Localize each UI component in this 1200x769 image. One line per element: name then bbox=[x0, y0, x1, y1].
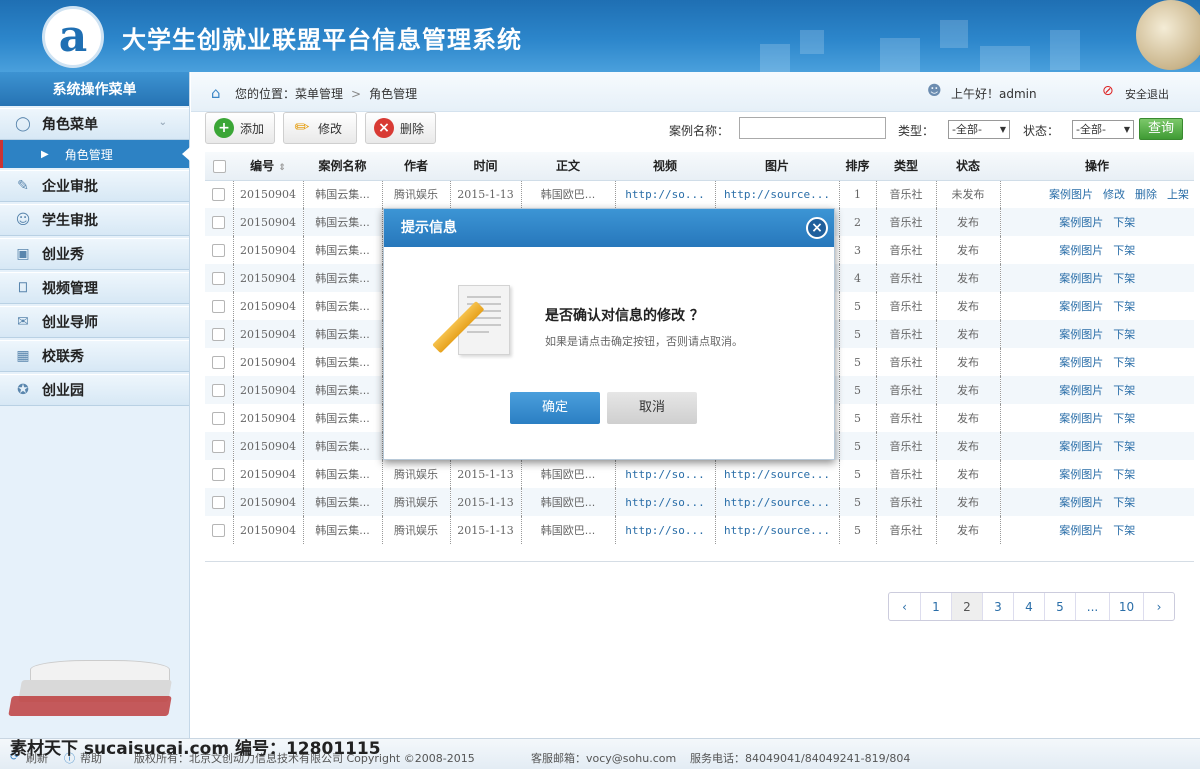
dialog-question: 是否确认对信息的修改 ？ bbox=[545, 308, 704, 324]
close-icon[interactable]: × bbox=[806, 217, 828, 239]
dialog-title: 提示信息 bbox=[401, 220, 457, 236]
dialog-header: 提示信息 × bbox=[384, 209, 834, 247]
cancel-button[interactable]: 取消 bbox=[607, 392, 697, 424]
confirm-dialog: 提示信息 × 是否确认对信息的修改 ？ 如果是请点击确定按钮，否则请点取消。 确… bbox=[383, 208, 835, 460]
dialog-hint: 如果是请点击确定按钮，否则请点取消。 bbox=[545, 335, 743, 348]
confirm-button[interactable]: 确定 bbox=[510, 392, 600, 424]
